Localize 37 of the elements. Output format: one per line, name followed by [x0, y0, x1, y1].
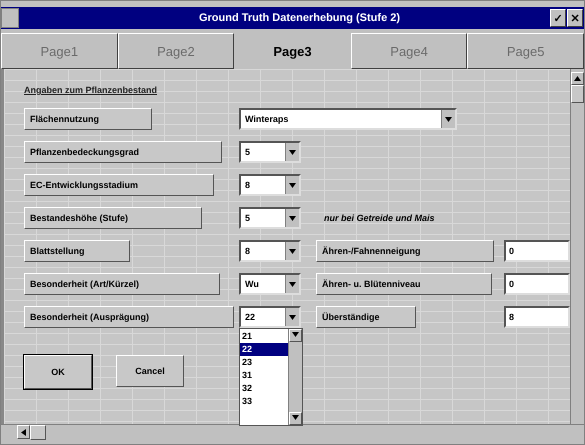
input-field[interactable]: 0 [504, 272, 570, 294]
dropdown-option[interactable]: 22 [240, 342, 288, 356]
field-label-button[interactable]: Ähren- u. Blütenniveau [316, 272, 492, 294]
field-label-button[interactable]: Besonderheit (Art/Kürzel) [24, 272, 220, 294]
dropdown-option[interactable]: 23 [240, 356, 288, 368]
hint-text: nur bei Getreide und Mais [324, 212, 435, 222]
combo-box[interactable]: Wu [239, 272, 301, 294]
dialog-button[interactable]: OK [24, 355, 92, 389]
field-label-button[interactable]: Pflanzenbedeckungsgrad [24, 140, 222, 162]
dropdown-option[interactable]: 32 [240, 382, 288, 394]
scrollbar-thumb[interactable] [30, 425, 46, 440]
dropdown-option[interactable]: 21 [240, 330, 288, 342]
title-bar-button[interactable]: ✕ [567, 9, 583, 27]
combo-box[interactable]: 5 [239, 140, 301, 162]
input-field[interactable]: 8 [504, 306, 570, 328]
title-bar-button[interactable]: ✓ [550, 9, 566, 27]
combo-box[interactable]: 5 [239, 206, 301, 228]
section-title: Angaben zum Pflanzenbestand [24, 85, 158, 95]
combo-box[interactable]: Winteraps [239, 108, 457, 130]
field-label-button[interactable]: Blattstellung [24, 240, 130, 262]
combo-box[interactable]: 8 [239, 240, 301, 262]
input-field[interactable]: 0 [504, 240, 570, 262]
field-label-button[interactable]: Überständige [316, 306, 416, 328]
horizontal-scrollbar[interactable] [1, 424, 584, 440]
field-label-button[interactable]: Besonderheit (Ausprägung) [24, 306, 234, 328]
combo-box[interactable]: 8 [239, 174, 301, 196]
dialog-button[interactable]: Cancel [116, 355, 184, 387]
scrollbar[interactable] [288, 328, 302, 424]
field-label-button[interactable]: EC-Entwicklungsstadium [24, 174, 214, 196]
dropdown-option[interactable]: 33 [240, 394, 288, 408]
field-label-button[interactable]: Ähren-/Fahnenneigung [316, 240, 494, 262]
window-title: Ground Truth Datenerhebung (Stufe 2) [198, 12, 402, 24]
scrollbar-thumb[interactable] [571, 85, 584, 103]
dropdown-option[interactable]: 31 [240, 368, 288, 382]
vertical-scrollbar[interactable] [570, 69, 584, 424]
field-label-button[interactable]: Flächennutzung [24, 108, 152, 130]
field-label-button[interactable]: Bestandeshöhe (Stufe) [24, 206, 202, 228]
